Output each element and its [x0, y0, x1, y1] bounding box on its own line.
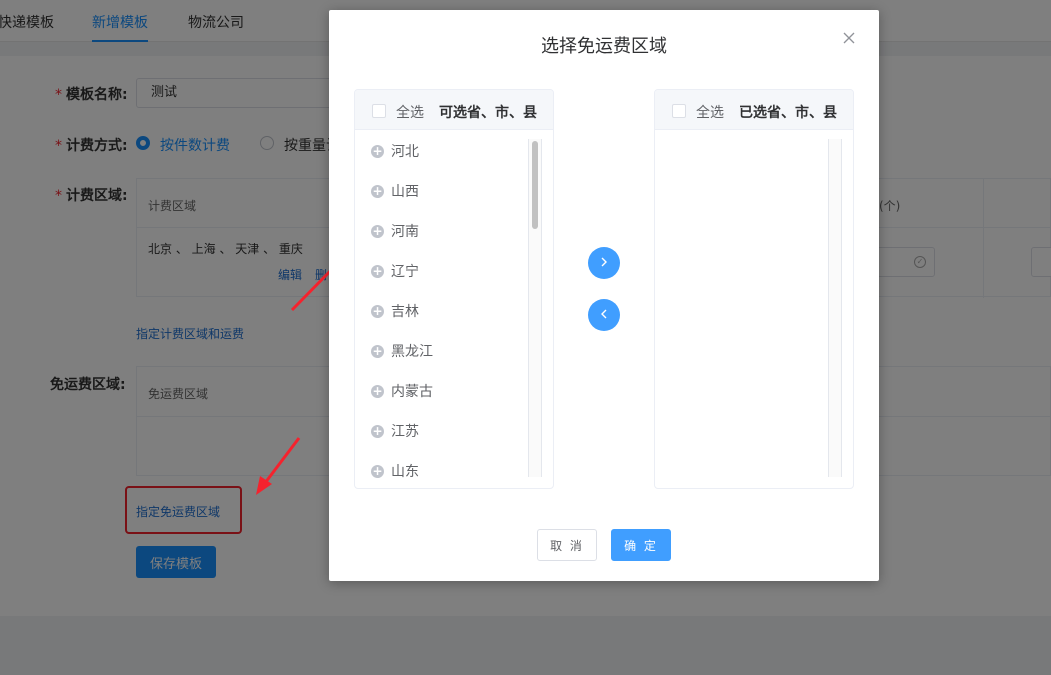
- plus-circle-icon: +: [371, 344, 384, 358]
- available-panel-title: 可选省、市、县: [439, 105, 537, 121]
- selected-list-scrollbar[interactable]: [828, 139, 842, 477]
- available-select-all-label[interactable]: 全选: [396, 102, 424, 122]
- available-panel-header: 全选 可选省、市、县: [355, 90, 553, 130]
- available-select-all-checkbox[interactable]: [372, 104, 386, 118]
- annotation-arrow-down-icon: [256, 437, 301, 495]
- region-item[interactable]: + 江苏: [371, 419, 531, 443]
- free-area-dialog: 选择免运费区域 全选 可选省、市、县 + 河北 + 山西 + 河南 + 辽宁 + 吉林 +…: [329, 10, 879, 581]
- plus-circle-icon: +: [371, 144, 384, 158]
- selected-regions-panel: 全选 已选省、市、县: [654, 89, 854, 489]
- region-item[interactable]: + 河南: [371, 219, 531, 243]
- available-list-scrollbar[interactable]: [528, 139, 542, 477]
- region-item[interactable]: + 黑龙江: [371, 339, 531, 363]
- available-region-list: + 河北 + 山西 + 河南 + 辽宁 + 吉林 + 黑龙江 + 内蒙古 + 江苏 + 山东: [355, 131, 553, 478]
- plus-circle-icon: +: [371, 264, 384, 278]
- dialog-title: 选择免运费区域: [541, 36, 667, 57]
- chevron-right-icon: [601, 257, 607, 267]
- close-icon[interactable]: [841, 30, 857, 46]
- selected-select-all-label[interactable]: 全选: [696, 102, 724, 122]
- chevron-left-icon: [601, 309, 607, 319]
- region-item[interactable]: + 内蒙古: [371, 379, 531, 403]
- plus-circle-icon: +: [371, 424, 384, 438]
- selected-panel-title: 已选省、市、县: [739, 105, 837, 121]
- cancel-button[interactable]: 取 消: [537, 529, 597, 561]
- scrollbar-thumb[interactable]: [532, 141, 538, 229]
- plus-circle-icon: +: [371, 304, 384, 318]
- selected-select-all-checkbox[interactable]: [672, 104, 686, 118]
- plus-circle-icon: +: [371, 384, 384, 398]
- region-item[interactable]: + 吉林: [371, 299, 531, 323]
- plus-circle-icon: +: [371, 464, 384, 478]
- region-item[interactable]: + 河北: [371, 139, 531, 163]
- region-item[interactable]: + 山西: [371, 179, 531, 203]
- region-item[interactable]: + 辽宁: [371, 259, 531, 283]
- confirm-button[interactable]: 确 定: [611, 529, 671, 561]
- move-right-button[interactable]: [588, 247, 620, 279]
- selected-region-list: [655, 131, 853, 478]
- plus-circle-icon: +: [371, 224, 384, 238]
- region-item[interactable]: + 山东: [371, 459, 531, 478]
- available-regions-panel: 全选 可选省、市、县 + 河北 + 山西 + 河南 + 辽宁 + 吉林 + 黑龙江 + 内蒙古…: [354, 89, 554, 489]
- move-left-button[interactable]: [588, 299, 620, 331]
- plus-circle-icon: +: [371, 184, 384, 198]
- selected-panel-header: 全选 已选省、市、县: [655, 90, 853, 130]
